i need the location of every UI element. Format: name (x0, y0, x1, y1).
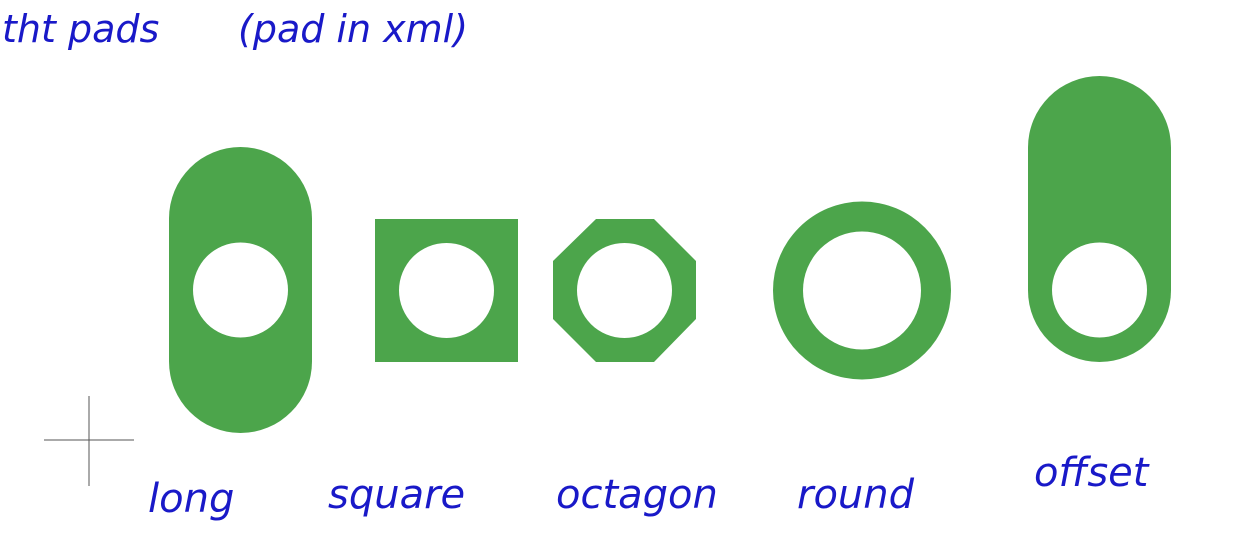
pad-diagram-canvas: tht pads (pad in xml) long square octago… (2, 7, 1171, 522)
pad-offset (1028, 76, 1171, 362)
pad-label-round: round (797, 472, 915, 518)
pad-offset-hole (1052, 242, 1147, 338)
pad-round (773, 201, 951, 380)
pad-label-octagon: octagon (556, 472, 718, 518)
pad-round-hole (803, 231, 921, 350)
pad-label-square: square (328, 472, 465, 518)
pad-label-offset: offset (1034, 450, 1150, 496)
diagram-title: tht pads (2, 7, 159, 51)
pad-long (169, 147, 312, 433)
pad-octagon (553, 219, 696, 362)
pad-long-hole (193, 242, 288, 338)
pad-square-hole (399, 243, 494, 338)
pad-square (375, 219, 518, 362)
diagram-subtitle: (pad in xml) (238, 7, 468, 51)
origin-crosshair (44, 396, 134, 486)
pad-octagon-hole (577, 243, 672, 338)
pad-label-long: long (148, 476, 234, 522)
